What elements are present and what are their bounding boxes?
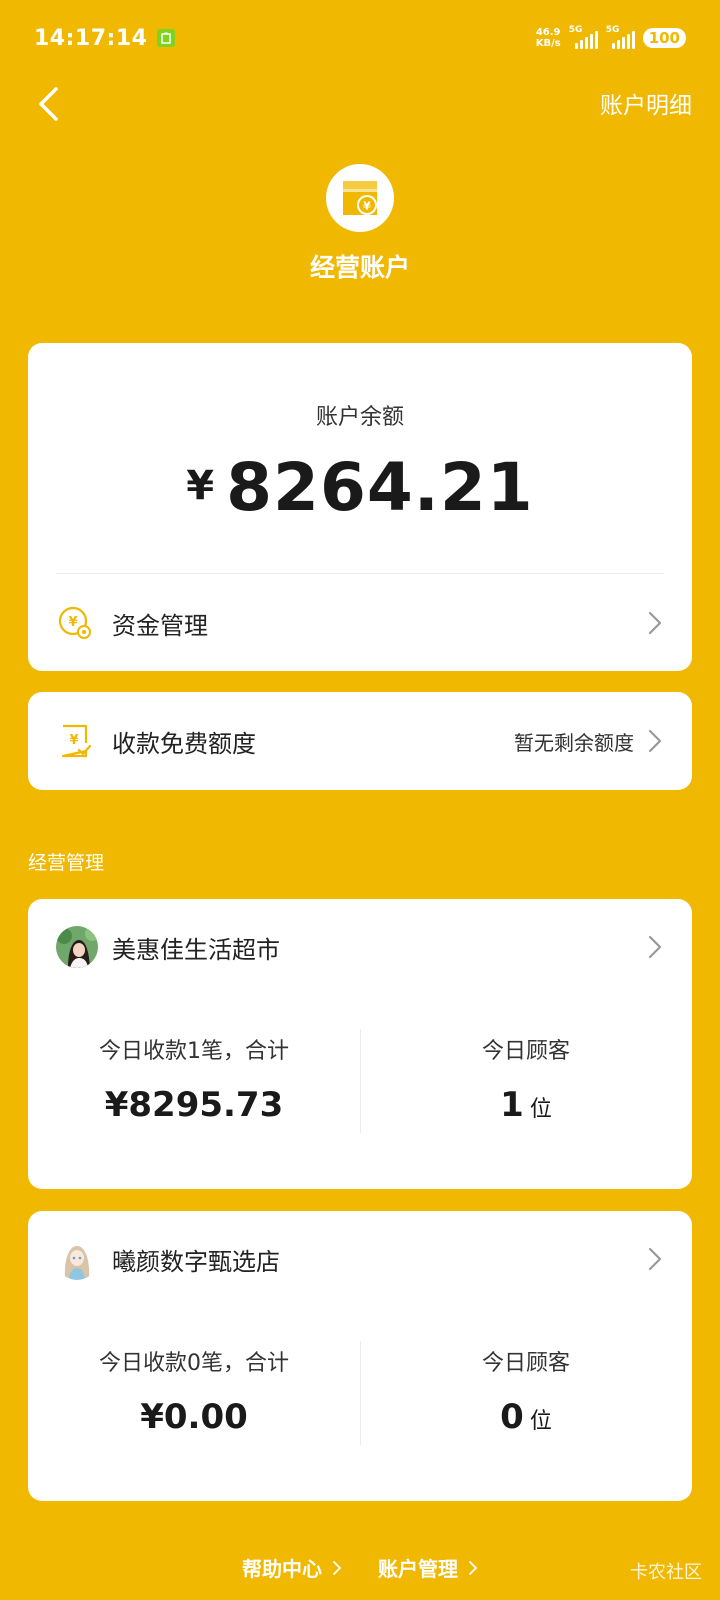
chevron-right-icon	[648, 610, 664, 636]
back-button[interactable]	[26, 82, 70, 126]
chevron-right-icon	[648, 934, 664, 960]
avatar	[56, 926, 98, 968]
customer-unit: 位	[529, 1097, 552, 1122]
page: 14:17:14 46.9 KB/s 5G 5G 100 账户明细 ¥ 经营账户…	[0, 0, 720, 1600]
fee-quota-label: 收款免费额度	[112, 729, 256, 758]
chevron-right-icon	[648, 728, 664, 754]
receipt-amount: ¥0.00	[140, 1397, 248, 1437]
store-yuan-icon: ¥	[326, 164, 394, 232]
balance-currency: ¥	[186, 463, 215, 509]
customer-label: 今日顾客	[481, 1351, 570, 1376]
chevron-right-icon	[333, 1560, 341, 1575]
help-center-link[interactable]: 帮助中心	[242, 1553, 342, 1582]
page-title: 经营账户	[309, 253, 410, 282]
chevron-right-icon	[648, 1246, 664, 1272]
balance-amount: ¥ 8264.21	[28, 449, 692, 526]
customer-count: 0	[500, 1397, 524, 1437]
store-name: 曦颜数字甄选店	[112, 1247, 280, 1276]
store-header-row[interactable]: 美惠佳生活超市	[28, 921, 692, 973]
receipt-label: 今日收款1笔，合计	[99, 1039, 289, 1064]
fund-management-row[interactable]: ¥ 资金管理	[28, 575, 692, 671]
receipt-stat: 今日收款1笔，合计 ¥8295.73	[28, 1029, 360, 1133]
store-stats: 今日收款0笔，合计 ¥0.00 今日顾客 0位	[28, 1341, 692, 1445]
watermark: 卡农社区	[630, 1562, 702, 1583]
receipt-amount: ¥8295.73	[104, 1085, 284, 1125]
account-detail-link[interactable]: 账户明细	[600, 86, 692, 120]
store-stats: 今日收款1笔，合计 ¥8295.73 今日顾客 1位	[28, 1029, 692, 1133]
fee-quota-card: ¥ 收款免费额度 暂无剩余额度	[28, 692, 692, 790]
battery-saver-icon	[157, 29, 176, 47]
fund-management-label: 资金管理	[112, 611, 208, 640]
store-name: 美惠佳生活超市	[112, 935, 280, 964]
status-bar: 14:17:14 46.9 KB/s 5G 5G 100	[0, 0, 720, 76]
store-card: 美惠佳生活超市 今日收款1笔，合计 ¥8295.73 今日顾客 1位	[28, 899, 692, 1189]
balance-label: 账户余额	[315, 405, 404, 430]
customer-unit: 位	[529, 1409, 552, 1434]
customer-stat: 今日顾客 0位	[360, 1341, 692, 1445]
fund-management-icon: ¥	[56, 604, 94, 642]
battery-indicator: 100	[642, 28, 686, 48]
net-speed: 46.9 KB/s	[535, 27, 561, 49]
svg-text:¥: ¥	[363, 200, 371, 213]
footer-links: 帮助中心 账户管理	[0, 1553, 720, 1582]
avatar	[56, 1238, 98, 1280]
account-management-link[interactable]: 账户管理	[378, 1553, 478, 1582]
fee-quota-row[interactable]: ¥ 收款免费额度 暂无剩余额度	[28, 692, 692, 790]
store-card: 曦颜数字甄选店 今日收款0笔，合计 ¥0.00 今日顾客 0位	[28, 1211, 692, 1501]
status-right: 46.9 KB/s 5G 5G 100	[535, 25, 686, 49]
svg-text:¥: ¥	[69, 733, 78, 748]
divider	[56, 573, 664, 574]
svg-text:¥: ¥	[68, 615, 77, 630]
customer-stat: 今日顾客 1位	[360, 1029, 692, 1133]
receipt-label: 今日收款0笔，合计	[99, 1351, 289, 1376]
balance-card: 账户余额 ¥ 8264.21 ¥ 资金管理	[28, 343, 692, 671]
signal-1-icon: 5G	[569, 25, 598, 49]
fee-quota-status: 暂无剩余额度	[514, 730, 634, 755]
status-time: 14:17:14	[34, 25, 148, 51]
chevron-left-icon	[39, 87, 58, 121]
store-header-row[interactable]: 曦颜数字甄选店	[28, 1233, 692, 1285]
customer-count: 1	[500, 1085, 524, 1125]
signal-2-icon: 5G	[606, 25, 635, 49]
receipt-stat: 今日收款0笔，合计 ¥0.00	[28, 1341, 360, 1445]
chevron-right-icon	[469, 1560, 477, 1575]
receipt-icon: ¥	[56, 722, 94, 760]
balance-value: 8264.21	[226, 449, 534, 526]
section-title: 经营管理	[28, 852, 105, 874]
customer-label: 今日顾客	[481, 1039, 570, 1064]
